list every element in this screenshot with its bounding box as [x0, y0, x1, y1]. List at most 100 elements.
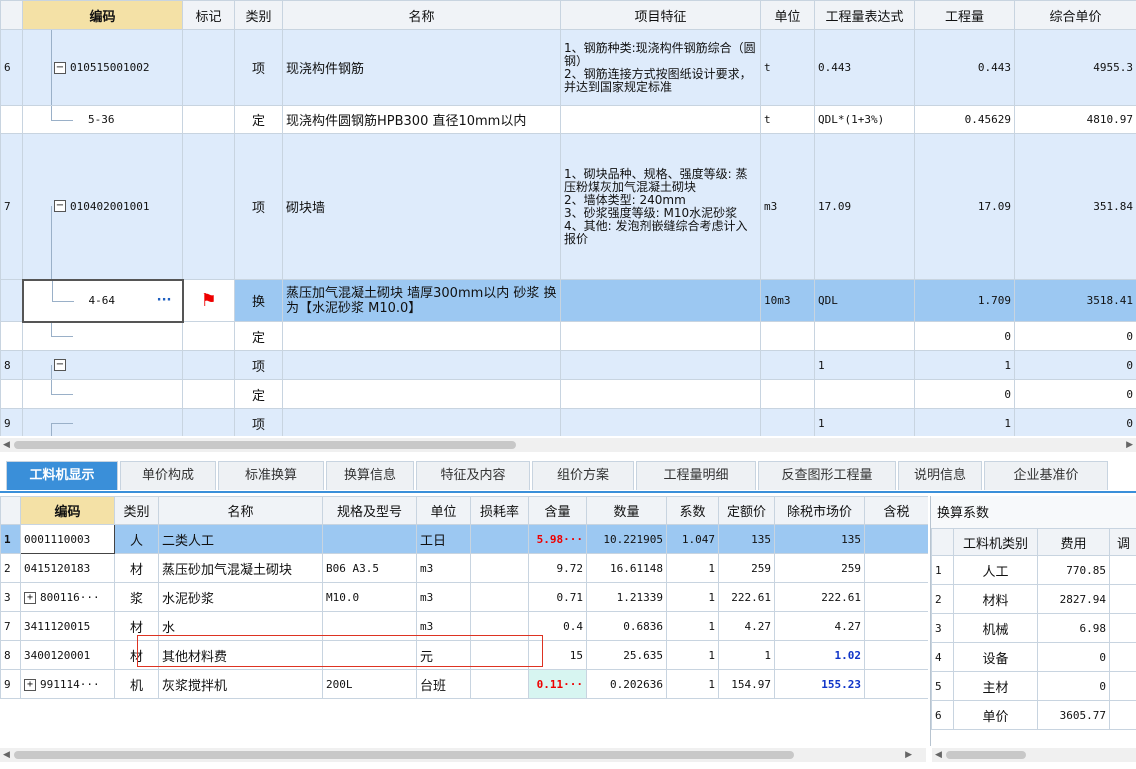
expr-cell[interactable]	[814, 321, 915, 351]
category-cell[interactable]: 设备	[953, 642, 1038, 672]
expr-cell[interactable]: QDL	[814, 279, 915, 322]
code-cell[interactable]: +991114···	[20, 669, 115, 699]
coef-cell[interactable]: 1	[666, 611, 719, 641]
unit-cell[interactable]: t	[760, 29, 815, 106]
top-horizontal-scrollbar[interactable]: ◀ ▶	[0, 438, 1136, 452]
col-code[interactable]: 编码	[22, 0, 183, 30]
content-cell[interactable]: 5.98···	[528, 524, 587, 554]
tab-pricing-scheme[interactable]: 组价方案	[532, 461, 634, 490]
feature-cell[interactable]	[560, 408, 761, 436]
loss-cell[interactable]	[470, 611, 529, 641]
tab-enterprise-base-price[interactable]: 企业基准价	[984, 461, 1108, 490]
price-cell[interactable]: 0	[1014, 350, 1136, 380]
table-row[interactable]: 2 0415120183 材 蒸压砂加气混凝土砌块 B06 A3.5 m3 9.…	[0, 553, 928, 583]
category-cell[interactable]: 材料	[953, 584, 1038, 614]
unit-cell[interactable]: m3	[416, 611, 471, 641]
collapse-icon[interactable]: −	[54, 61, 66, 74]
expr-cell[interactable]: 1	[814, 408, 915, 436]
price-cell[interactable]: 351.84	[1014, 133, 1136, 280]
loss-cell[interactable]	[470, 524, 529, 554]
col-price[interactable]: 综合单价	[1014, 0, 1136, 30]
name-cell[interactable]: 蒸压加气混凝土砌块 墙厚300mm以内 砂浆 换为【水泥砂浆 M10.0】	[282, 279, 561, 322]
fee-cell[interactable]: 0	[1037, 671, 1110, 701]
col-market-price[interactable]: 除税市场价	[774, 496, 865, 525]
feature-cell[interactable]	[560, 379, 761, 409]
code-cell[interactable]: −	[22, 350, 183, 380]
col-expr[interactable]: 工程量表达式	[814, 0, 915, 30]
unit-cell[interactable]: 台班	[416, 669, 471, 699]
unit-cell[interactable]: 工日	[416, 524, 471, 554]
qty-cell[interactable]: 0.45629	[914, 105, 1015, 134]
market-price-cell[interactable]: 259	[774, 553, 865, 583]
mark-cell[interactable]: ⚑	[182, 279, 235, 322]
unit-cell[interactable]	[760, 408, 815, 436]
price-cell[interactable]: 0	[1014, 321, 1136, 351]
coef-cell[interactable]: 1.047	[666, 524, 719, 554]
code-cell[interactable]: −010402001001	[22, 133, 183, 280]
base-price-cell[interactable]: 222.61	[718, 582, 775, 612]
table-row[interactable]: 2 材料 2827.94	[931, 584, 1136, 614]
adjust-cell[interactable]	[1109, 555, 1136, 585]
qty-cell[interactable]: 25.635	[586, 640, 667, 670]
table-row-selected[interactable]: 4-64 ··· ⚑ 换 蒸压加气混凝土砌块 墙厚300mm以内 砂浆 换为【水泥…	[0, 278, 1136, 323]
mark-cell[interactable]	[182, 408, 235, 436]
col-kind[interactable]: 类别	[114, 496, 159, 525]
tab-features-content[interactable]: 特征及内容	[416, 461, 530, 490]
coef-cell[interactable]: 1	[666, 553, 719, 583]
tax-cell[interactable]	[864, 640, 928, 670]
bottom-horizontal-scrollbar[interactable]: ◀ ▶	[0, 748, 926, 762]
table-row[interactable]: 7 3411120015 材 水 m3 0.4 0.6836 1 4.27 4.…	[0, 611, 928, 641]
col-feature[interactable]: 项目特征	[560, 0, 761, 30]
scroll-left-icon[interactable]: ◀	[935, 748, 942, 762]
market-price-cell[interactable]: 222.61	[774, 582, 865, 612]
category-cell[interactable]: 单价	[953, 700, 1038, 730]
unit-cell[interactable]: m3	[416, 582, 471, 612]
fee-cell[interactable]: 0	[1037, 642, 1110, 672]
name-cell[interactable]: 水泥砂浆	[158, 582, 323, 612]
col-name[interactable]: 名称	[158, 496, 323, 525]
name-cell[interactable]	[282, 379, 561, 409]
spec-cell[interactable]: B06 A3.5	[322, 553, 417, 583]
price-cell[interactable]: 0	[1014, 379, 1136, 409]
expand-icon[interactable]: +	[24, 591, 36, 604]
loss-cell[interactable]	[470, 640, 529, 670]
spec-cell[interactable]	[322, 611, 417, 641]
qty-cell[interactable]: 0	[914, 379, 1015, 409]
tab-conversion-info[interactable]: 换算信息	[326, 461, 414, 490]
col-tax[interactable]: 含税	[864, 496, 928, 525]
qty-cell[interactable]: 0.6836	[586, 611, 667, 641]
code-cell[interactable]: −010515001002	[22, 29, 183, 106]
code-cell[interactable]	[22, 408, 183, 436]
qty-cell[interactable]: 1.709	[914, 279, 1015, 322]
table-row[interactable]: 9 +991114··· 机 灰浆搅拌机 200L 台班 0.11··· 0.2…	[0, 669, 928, 699]
mark-cell[interactable]	[182, 350, 235, 380]
col-loss[interactable]: 损耗率	[470, 496, 529, 525]
price-cell[interactable]: 3518.41	[1014, 279, 1136, 322]
kind-cell[interactable]: 定	[234, 105, 283, 134]
unit-cell[interactable]: m3	[416, 553, 471, 583]
name-cell[interactable]	[282, 321, 561, 351]
col-category[interactable]: 工料机类别	[953, 528, 1038, 556]
fee-cell[interactable]: 770.85	[1037, 555, 1110, 585]
spec-cell[interactable]	[322, 640, 417, 670]
table-row-selected[interactable]: 1 0001110003 人 二类人工 工日 5.98··· 10.221905…	[0, 524, 928, 554]
scroll-right-icon[interactable]: ▶	[905, 748, 912, 762]
qty-cell[interactable]: 0.443	[914, 29, 1015, 106]
tab-standard-conversion[interactable]: 标准换算	[218, 461, 324, 490]
collapse-icon[interactable]: −	[54, 200, 66, 213]
name-cell[interactable]: 灰浆搅拌机	[158, 669, 323, 699]
collapse-icon[interactable]: −	[54, 359, 66, 371]
mark-cell[interactable]	[182, 321, 235, 351]
mark-cell[interactable]	[182, 379, 235, 409]
qty-cell[interactable]: 16.61148	[586, 553, 667, 583]
qty-cell[interactable]: 1.21339	[586, 582, 667, 612]
table-row[interactable]: 5 主材 0	[931, 671, 1136, 701]
tax-cell[interactable]	[864, 524, 928, 554]
market-price-cell[interactable]: 135	[774, 524, 865, 554]
fee-cell[interactable]: 3605.77	[1037, 700, 1110, 730]
adjust-cell[interactable]	[1109, 671, 1136, 701]
name-cell[interactable]	[282, 350, 561, 380]
fee-cell[interactable]: 6.98	[1037, 613, 1110, 643]
expr-cell[interactable]: 1	[814, 350, 915, 380]
kind-cell[interactable]: 材	[114, 553, 159, 583]
